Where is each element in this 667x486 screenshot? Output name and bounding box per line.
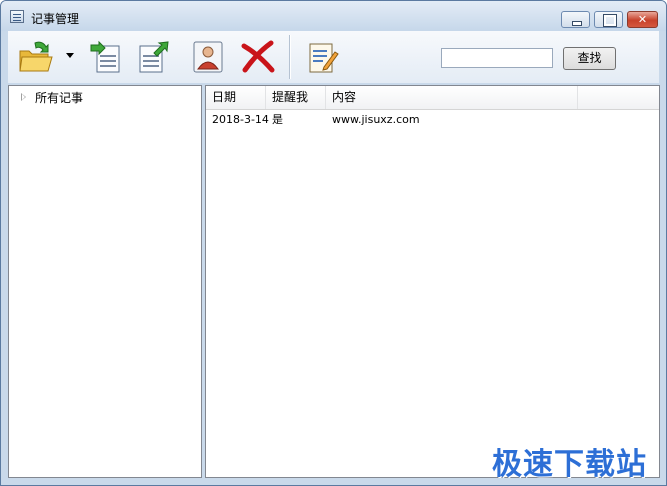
list-header: 日期 提醒我 内容 [206,86,659,110]
maximize-button[interactable] [594,11,623,28]
export-icon [139,41,169,73]
delete-button[interactable] [238,37,278,77]
table-row[interactable]: 2018-3-14 是 www.jisuxz.com [206,110,659,130]
toolbar-separator [289,35,290,79]
maximize-icon [595,12,622,27]
window-title: 记事管理 [31,12,80,26]
tree-item-label: 所有记事 [35,91,84,105]
close-icon [628,12,657,27]
toolbar: 查找 [8,31,659,83]
import-icon [90,40,120,73]
edit-button[interactable] [302,37,342,77]
dropdown-arrow-icon[interactable] [66,53,74,58]
search-button[interactable]: 查找 [563,47,616,70]
edit-note-icon [309,43,339,73]
watermark-text: 极速下载站 [492,447,647,482]
category-tree[interactable]: 所有记事 [8,85,202,478]
expand-arrow-icon[interactable] [21,93,26,101]
cell-remind: 是 [272,113,283,126]
app-window: 记事管理 ✕ 查找 所有记事 日期 提醒我 内容 2018-3-14 是 www… [0,0,667,486]
minimize-icon [562,12,589,27]
column-header-content[interactable]: 内容 [326,86,578,109]
open-button[interactable] [15,37,55,77]
contact-button[interactable] [188,37,228,77]
search-input[interactable] [441,48,553,68]
column-header-remind[interactable]: 提醒我 [266,86,326,109]
delete-icon [241,40,275,73]
cell-date: 2018-3-14 [212,113,269,126]
user-icon [193,41,223,73]
import-button[interactable] [85,37,125,77]
app-icon [10,10,24,23]
minimize-button[interactable] [561,11,590,28]
notes-list[interactable]: 日期 提醒我 内容 2018-3-14 是 www.jisuxz.com [205,85,660,478]
title-bar[interactable]: 记事管理 [1,1,666,31]
open-folder-icon [19,41,53,72]
cell-content: www.jisuxz.com [332,113,420,126]
column-header-date[interactable]: 日期 [206,86,266,109]
close-button[interactable] [627,11,658,28]
export-button[interactable] [134,37,174,77]
